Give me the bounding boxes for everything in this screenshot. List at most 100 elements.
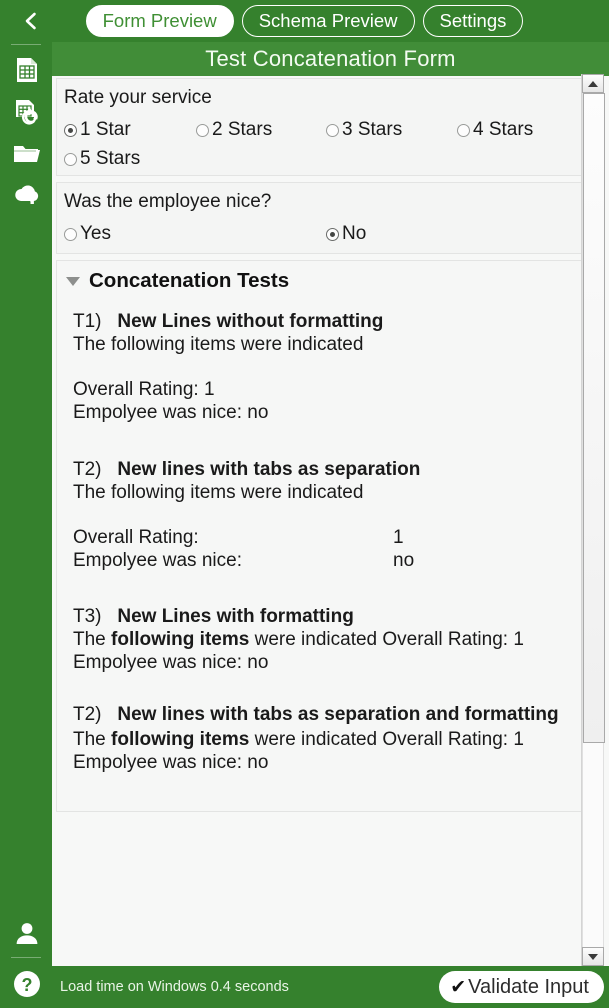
radio-1-star[interactable]: 1 Star — [64, 119, 131, 141]
radio-indicator — [64, 152, 77, 166]
question-employee-nice: Was the employee nice? Yes No — [56, 182, 589, 254]
chevron-left-icon — [20, 10, 42, 32]
tab-settings[interactable]: Settings — [422, 5, 524, 37]
spreadsheet-icon — [12, 55, 42, 85]
nice-value: no — [393, 549, 415, 571]
section-concatenation-tests: Concatenation Tests T1) New Lines withou… — [56, 260, 589, 812]
radio-indicator — [326, 227, 339, 241]
section-title: Concatenation Tests — [89, 269, 290, 292]
scroll-down-button[interactable] — [582, 947, 604, 966]
user-icon — [12, 919, 42, 949]
sidebar-item-cloud-upload[interactable] — [11, 178, 43, 210]
text-bold: following items — [111, 728, 250, 750]
test-line-formatted: The following items were indicated Overa… — [73, 729, 593, 752]
sidebar-item-account[interactable] — [11, 918, 43, 950]
test-line-intro: The following items were indicated — [73, 482, 364, 503]
test-line-nice: Empolyee was nice: no — [73, 651, 269, 673]
test-line-nice: Empolyee was nice: no — [73, 550, 593, 573]
test-heading: T2) New lines with tabs as separation — [73, 459, 593, 481]
scroll-up-button[interactable] — [582, 74, 604, 93]
radio-indicator — [326, 123, 339, 137]
sidebar-item-folder[interactable] — [11, 138, 43, 170]
scrollbar-track[interactable] — [582, 93, 605, 947]
section-toggle-concatenation-tests[interactable]: Concatenation Tests — [66, 269, 289, 293]
test-line-formatted: The following items were indicated Overa… — [73, 629, 593, 652]
help-icon: ? — [12, 969, 42, 999]
status-bar: Load time on Windows 0.4 seconds ✔ Valid… — [52, 966, 609, 1008]
radio-yes[interactable]: Yes — [64, 223, 111, 245]
load-time-status: Load time on Windows 0.4 seconds — [60, 979, 289, 995]
radio-label: No — [342, 223, 367, 244]
radio-3-stars[interactable]: 3 Stars — [326, 119, 402, 141]
question-rating: Rate your service 1 Star 2 Stars 3 Stars… — [56, 78, 589, 176]
test-body: The following items were indicated Overa… — [73, 334, 593, 425]
radio-label: 2 Stars — [212, 119, 273, 140]
text-post: were indicated Overall Rating: 1 — [249, 728, 524, 750]
sidebar-item-refresh-spreadsheet[interactable] — [11, 96, 43, 128]
rating-question-label: Rate your service — [64, 87, 212, 108]
radio-2-stars[interactable]: 2 Stars — [196, 119, 272, 141]
text-pre: The — [73, 728, 112, 750]
tab-form-preview[interactable]: Form Preview — [85, 5, 234, 37]
chevron-down-icon — [66, 276, 80, 286]
radio-no[interactable]: No — [326, 223, 366, 245]
test-id: T1) — [73, 311, 102, 332]
rating-value: 1 — [393, 526, 404, 548]
back-button[interactable] — [14, 4, 48, 38]
test-name: New lines with tabs as separation and fo… — [117, 704, 559, 725]
test-block-t1: T1) New Lines without formatting The fol… — [73, 311, 593, 425]
validate-input-button[interactable]: ✔ Validate Input — [439, 971, 604, 1003]
tab-schema-preview[interactable]: Schema Preview — [241, 5, 415, 37]
test-block-t2-formatting: T2) New lines with tabs as separation an… — [73, 705, 593, 775]
scroll-up-arrow-icon — [588, 80, 598, 87]
svg-text:?: ? — [22, 975, 33, 995]
test-name: New Lines without formatting — [117, 311, 384, 332]
radio-label: Yes — [80, 223, 111, 244]
test-block-t3: T3) New Lines with formatting The follow… — [73, 606, 593, 675]
form-scrollbar[interactable] — [581, 74, 605, 966]
test-line-rating: Overall Rating: 1 — [73, 527, 593, 550]
folder-icon — [12, 139, 42, 169]
test-line-nice: Empolyee was nice: no — [73, 401, 269, 423]
radio-label: 3 Stars — [342, 119, 403, 140]
test-heading: T2) New lines with tabs as separation an… — [73, 705, 593, 725]
radio-label: 5 Stars — [80, 148, 141, 169]
radio-4-stars[interactable]: 4 Stars — [457, 119, 533, 141]
radio-label: 4 Stars — [473, 119, 534, 140]
check-icon: ✔ — [450, 976, 467, 998]
nice-label: Empolyee was nice: — [73, 549, 242, 571]
text-pre: The — [73, 629, 112, 650]
radio-indicator — [64, 227, 77, 241]
sidebar-divider-top — [11, 44, 41, 45]
validate-input-label: Validate Input — [468, 976, 589, 998]
test-heading: T3) New Lines with formatting — [73, 606, 593, 628]
test-name: New lines with tabs as separation — [117, 459, 421, 480]
test-block-t2: T2) New lines with tabs as separation Th… — [73, 459, 593, 573]
radio-indicator — [457, 123, 470, 137]
test-name: New Lines with formatting — [117, 606, 354, 627]
page-title: Test Concatenation Form — [205, 46, 456, 71]
cloud-upload-icon — [12, 179, 42, 209]
tab-bar: Form Preview Schema Preview Settings — [0, 5, 609, 37]
radio-label: 1 Star — [80, 119, 131, 140]
sidebar-item-spreadsheet[interactable] — [11, 54, 43, 86]
radio-5-stars[interactable]: 5 Stars — [64, 148, 140, 170]
rating-label: Overall Rating: — [73, 526, 199, 548]
test-id: T2) — [73, 459, 102, 480]
scroll-down-arrow-icon — [588, 953, 598, 960]
nice-question-label: Was the employee nice? — [64, 191, 272, 212]
scrollbar-thumb[interactable] — [583, 93, 605, 743]
test-body: The following items were indicated Overa… — [73, 482, 593, 573]
radio-indicator — [64, 123, 77, 137]
top-bar: Form Preview Schema Preview Settings — [0, 0, 609, 42]
test-heading: T1) New Lines without formatting — [73, 311, 593, 333]
form-preview-area: Rate your service 1 Star 2 Stars 3 Stars… — [52, 76, 609, 966]
test-id: T3) — [73, 606, 102, 627]
test-line-intro: The following items were indicated — [73, 334, 364, 355]
app-root: ? Form Preview Schema Preview Settings T… — [0, 0, 609, 1008]
test-body: The following items were indicated Overa… — [73, 729, 593, 775]
sidebar-item-help[interactable]: ? — [11, 968, 43, 1000]
test-body: The following items were indicated Overa… — [73, 629, 593, 675]
